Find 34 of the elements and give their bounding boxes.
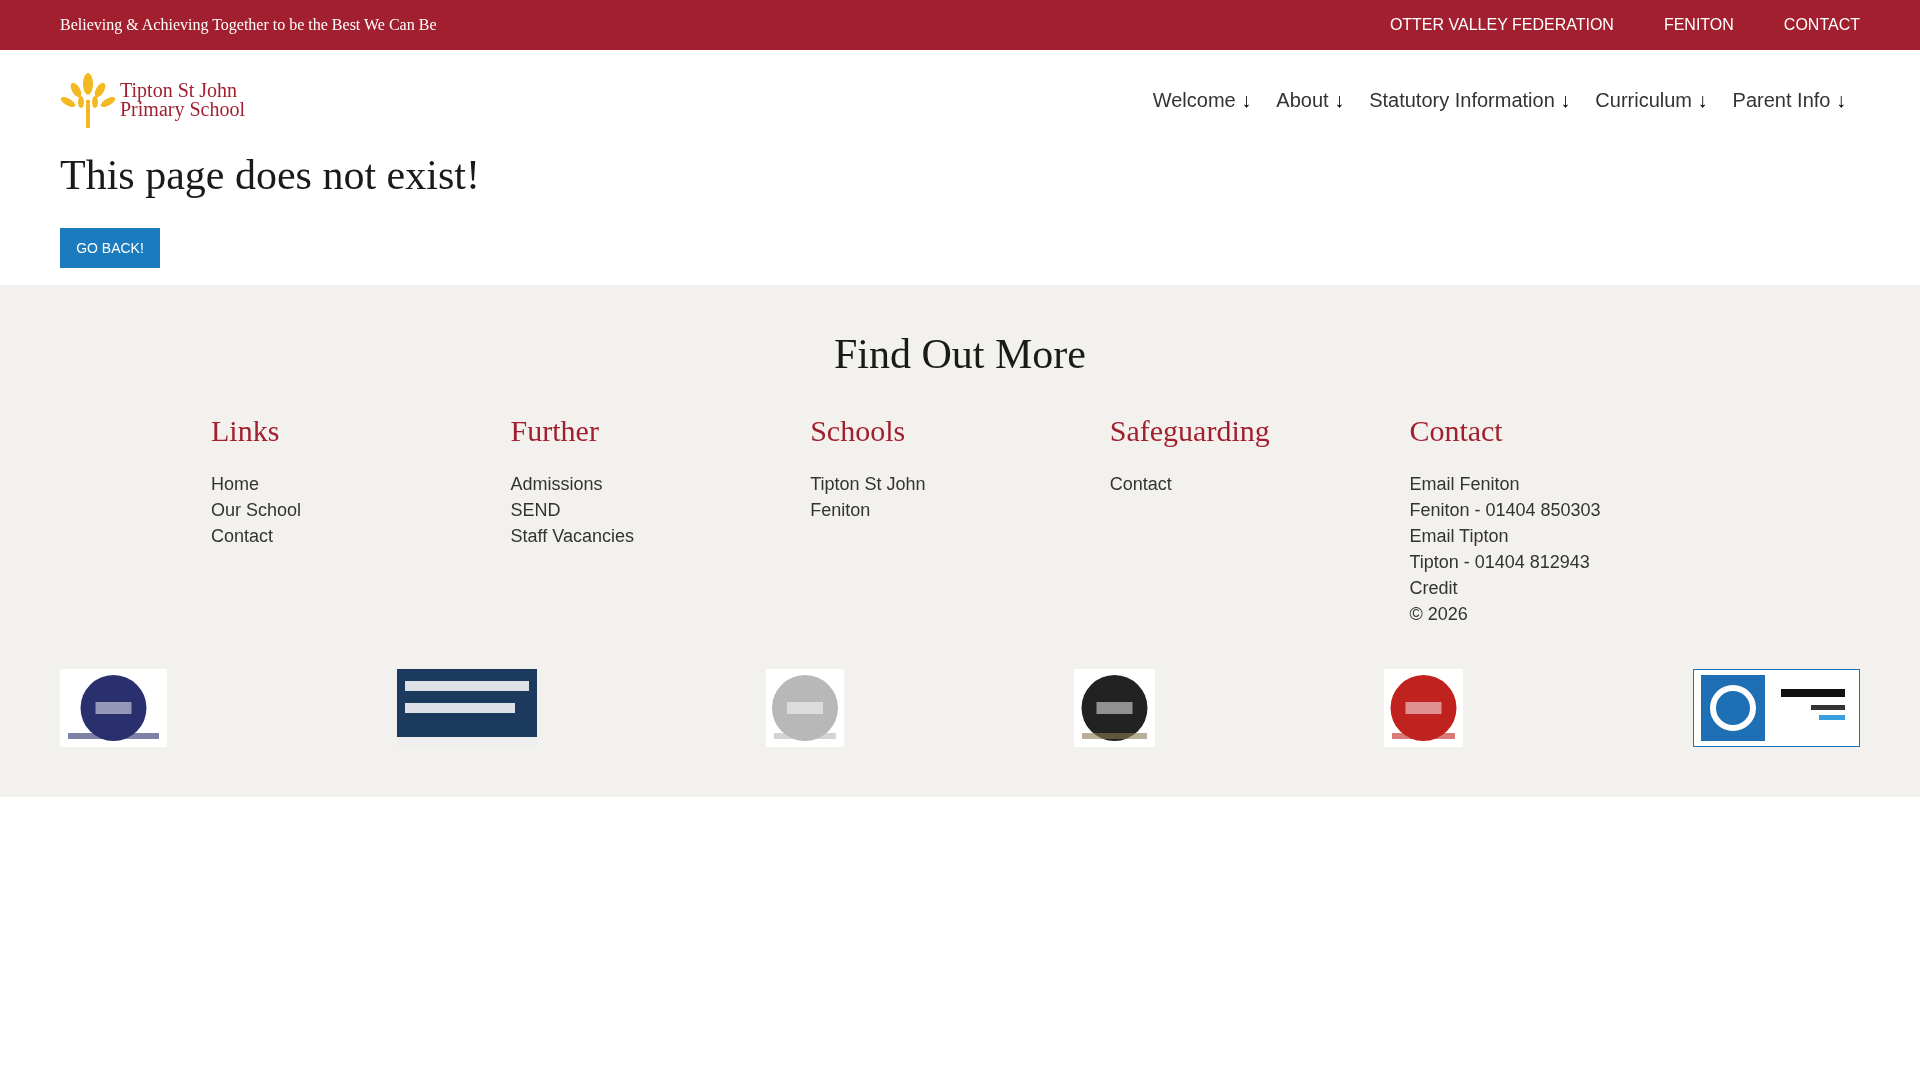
footer-link[interactable]: Feniton - 01404 850303	[1409, 497, 1601, 523]
nav-link[interactable]: About ↓	[1276, 85, 1345, 115]
footer-link[interactable]: Email Tipton	[1409, 523, 1509, 549]
nav-link[interactable]: Parent Info ↓	[1732, 85, 1846, 115]
school-name: Primary School	[120, 100, 245, 119]
nav-link[interactable]: Welcome ↓	[1152, 85, 1252, 115]
nav-link[interactable]: Statutory Information ↓	[1369, 85, 1571, 115]
footer-link[interactable]: Credit	[1409, 575, 1458, 601]
footer-link[interactable]: SEND	[510, 497, 561, 523]
top-link[interactable]: FENITON	[1663, 13, 1734, 37]
footer-link[interactable]: Admissions	[510, 471, 603, 497]
footer-link[interactable]: Contact	[1109, 471, 1172, 497]
page-heading: This page does not exist!	[60, 151, 481, 200]
footer-link[interactable]: Our School	[211, 497, 302, 523]
top-link[interactable]: OTTER VALLEY FEDERATION	[1389, 13, 1614, 37]
footer-link[interactable]: Tipton St John	[810, 471, 926, 497]
column-heading: Further	[510, 413, 600, 449]
tree-logo-icon	[60, 72, 116, 128]
column-heading: Safeguarding	[1109, 413, 1271, 449]
top-link[interactable]: CONTACT	[1783, 13, 1860, 37]
go-back-button[interactable]: GO BACK!	[60, 228, 160, 268]
column-heading: Contact	[1409, 413, 1504, 449]
column-heading: Links	[211, 413, 281, 449]
footer-link[interactable]: Feniton	[810, 497, 871, 523]
column-heading: Schools	[810, 413, 907, 449]
tagline: Believing & Achieving Together to be the Best We Can Be	[60, 15, 437, 36]
footer-title: Find Out More	[833, 330, 1087, 379]
nav-link[interactable]: Curriculum ↓	[1595, 85, 1708, 115]
footer-link[interactable]: Email Feniton	[1409, 471, 1520, 497]
footer-link[interactable]: Tipton - 01404 812943	[1409, 549, 1590, 575]
footer-link[interactable]: Staff Vacancies	[510, 523, 634, 549]
footer-link[interactable]: Contact	[211, 523, 274, 549]
footer-link[interactable]: Home	[211, 471, 259, 497]
footer-link[interactable]: © 2026	[1409, 601, 1468, 627]
